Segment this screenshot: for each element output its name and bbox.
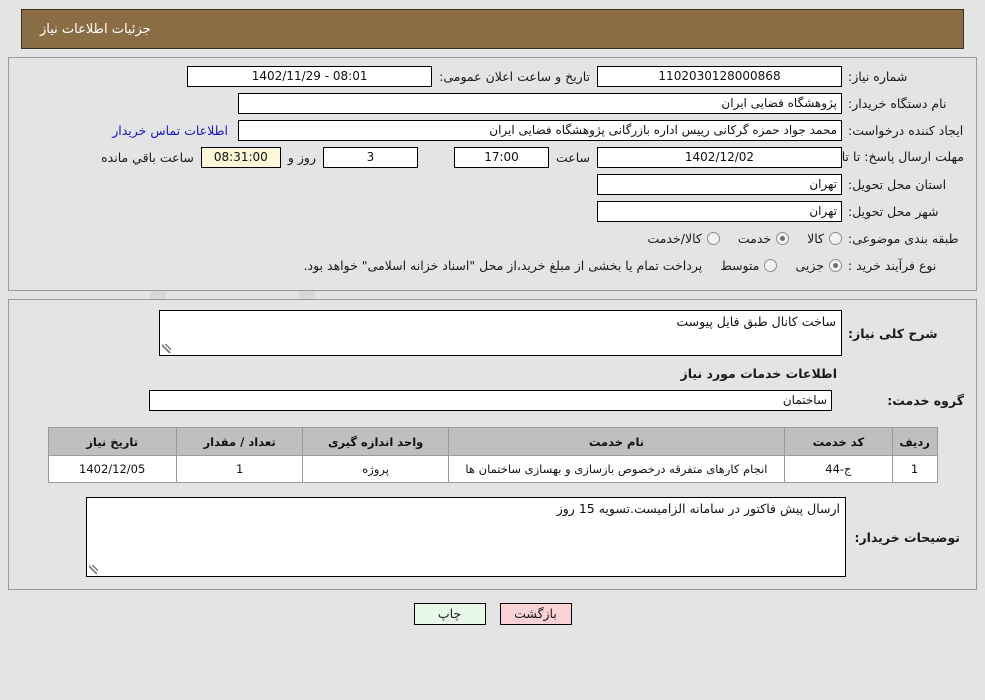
row-service-group: گروه خدمت: ساختمان bbox=[21, 390, 964, 411]
column-header-qty: تعداد / مقدار bbox=[175, 427, 304, 456]
process-option-jozi[interactable]: جزیی bbox=[795, 258, 842, 273]
category-radio-group: کالا خدمت کالا/خدمت bbox=[629, 231, 842, 246]
table-row: 1 ج-44 انجام کارهای متفرقه درخصوص بازساز… bbox=[47, 455, 938, 483]
table-header-row: ردیف کد خدمت نام خدمت واحد اندازه گیری ت… bbox=[47, 427, 938, 456]
cell-code: ج-44 bbox=[784, 455, 893, 483]
services-heading: اطلاعات خدمات مورد نیاز bbox=[680, 366, 838, 381]
column-header-name: نام خدمت bbox=[447, 427, 786, 456]
row-process-type: نوع فرآیند خرید : جزیی متوسط پرداخت تمام… bbox=[21, 253, 964, 278]
city-label: شهر محل تحویل: bbox=[848, 204, 939, 219]
category-option-label: کالا/خدمت bbox=[647, 231, 702, 246]
row-deadline: مهلت ارسال پاسخ: تا تاریخ: 1402/12/02 سا… bbox=[21, 145, 964, 170]
buyer-org-label: نام دستگاه خریدار: bbox=[848, 96, 947, 111]
service-group-value: ساختمان bbox=[149, 390, 832, 411]
buyer-notes-label: توضیحات خریدار: bbox=[854, 529, 960, 545]
buyer-org-value: پژوهشگاه فضایی ایران bbox=[238, 93, 842, 114]
radio-icon[interactable] bbox=[764, 259, 778, 272]
remaining-days-value: 3 bbox=[322, 147, 418, 168]
city-value: تهران bbox=[597, 201, 842, 222]
deadline-hour-value: 17:00 bbox=[453, 147, 549, 168]
creator-value: محمد جواد حمزه گرکانی رییس اداره بازرگان… bbox=[238, 120, 842, 141]
cell-radif: 1 bbox=[891, 455, 938, 483]
process-label: نوع فرآیند خرید : bbox=[848, 258, 937, 273]
print-button[interactable]: چاپ bbox=[413, 603, 486, 625]
column-header-date: تاریخ نیاز bbox=[47, 427, 177, 456]
services-panel: شرح کلی نیاز: ساخت کانال طبق فایل پیوست … bbox=[8, 299, 977, 590]
category-option-khedmat[interactable]: خدمت bbox=[737, 231, 790, 246]
row-city: شهر محل تحویل: تهران bbox=[21, 199, 964, 224]
announce-label: تاریخ و ساعت اعلان عمومی: bbox=[439, 69, 590, 84]
deadline-hour-label: ساعت bbox=[555, 150, 590, 165]
category-option-label: کالا bbox=[807, 231, 824, 246]
remaining-suffix-label: ساعت باقي مانده bbox=[101, 150, 194, 165]
services-table: ردیف کد خدمت نام خدمت واحد اندازه گیری ت… bbox=[47, 427, 938, 483]
footer-actions: بازگشت چاپ bbox=[0, 603, 985, 625]
province-value: تهران bbox=[597, 174, 842, 195]
row-creator: ایجاد کننده درخواست: محمد جواد حمزه گرکا… bbox=[21, 118, 964, 143]
province-label: استان محل تحویل: bbox=[848, 177, 947, 192]
deadline-date-value: 1402/12/02 bbox=[597, 147, 842, 168]
radio-icon[interactable] bbox=[706, 232, 720, 245]
process-option-motevaset[interactable]: متوسط bbox=[720, 258, 778, 273]
creator-label: ایجاد کننده درخواست: bbox=[848, 123, 964, 138]
column-header-radif: ردیف bbox=[891, 427, 938, 456]
announce-value: 08:01 - 1402/11/29 bbox=[187, 66, 433, 87]
radio-icon[interactable] bbox=[829, 259, 842, 272]
category-option-label: خدمت bbox=[737, 231, 772, 246]
need-number-label: شماره نیاز: bbox=[848, 69, 908, 84]
need-number-value: 1102030128000868 bbox=[597, 66, 842, 87]
cell-name: انجام کارهای متفرقه درخصوص بازسازی و بهس… bbox=[447, 455, 786, 483]
process-option-label: متوسط bbox=[720, 258, 760, 273]
deadline-label: مهلت ارسال پاسخ: تا تاریخ: bbox=[819, 149, 964, 165]
process-note: پرداخت تمام یا بخشی از مبلغ خرید،از محل … bbox=[303, 258, 703, 273]
row-province: استان محل تحویل: تهران bbox=[21, 172, 964, 197]
row-buyer-notes: توضیحات خریدار: ارسال پیش فاکتور در ساما… bbox=[21, 497, 964, 577]
category-option-kala[interactable]: کالا bbox=[807, 231, 842, 246]
remaining-clock-value: 08:31:00 bbox=[200, 147, 281, 168]
need-desc-label: شرح کلی نیاز: bbox=[848, 325, 938, 341]
row-category: طبقه بندی موضوعی: کالا خدمت کالا/خدمت bbox=[21, 226, 964, 251]
buyer-contact-link[interactable]: اطلاعات تماس خریدار bbox=[112, 123, 238, 138]
back-button[interactable]: بازگشت bbox=[499, 603, 572, 625]
row-buyer-org: نام دستگاه خریدار: پژوهشگاه فضایی ایران bbox=[21, 91, 964, 116]
process-radio-group: جزیی متوسط bbox=[702, 258, 842, 273]
cell-qty: 1 bbox=[175, 455, 304, 483]
service-group-label: گروه خدمت: bbox=[887, 393, 964, 408]
row-need-description: شرح کلی نیاز: ساخت کانال طبق فایل پیوست bbox=[21, 310, 964, 356]
radio-icon[interactable] bbox=[776, 232, 790, 245]
column-header-code: کد خدمت bbox=[784, 427, 893, 456]
cell-date: 1402/12/05 bbox=[47, 455, 177, 483]
row-need-number: شماره نیاز: 1102030128000868 تاریخ و ساع… bbox=[21, 64, 964, 89]
need-desc-textarea[interactable]: ساخت کانال طبق فایل پیوست bbox=[159, 310, 842, 356]
buyer-notes-textarea[interactable]: ارسال پیش فاکتور در سامانه الزامیست.تسوی… bbox=[86, 497, 846, 577]
category-label: طبقه بندی موضوعی: bbox=[848, 231, 959, 246]
remaining-days-label: روز و bbox=[287, 150, 316, 165]
cell-unit: پروژه bbox=[302, 455, 449, 483]
page-title: جزئیات اطلاعات نیاز bbox=[40, 21, 151, 37]
process-option-label: جزیی bbox=[795, 258, 824, 273]
need-info-panel: شماره نیاز: 1102030128000868 تاریخ و ساع… bbox=[8, 57, 977, 291]
page-title-bar: جزئیات اطلاعات نیاز bbox=[21, 9, 964, 49]
radio-icon[interactable] bbox=[829, 232, 842, 245]
category-option-kala-khedmat[interactable]: کالا/خدمت bbox=[647, 231, 720, 246]
column-header-unit: واحد اندازه گیری bbox=[302, 427, 449, 456]
